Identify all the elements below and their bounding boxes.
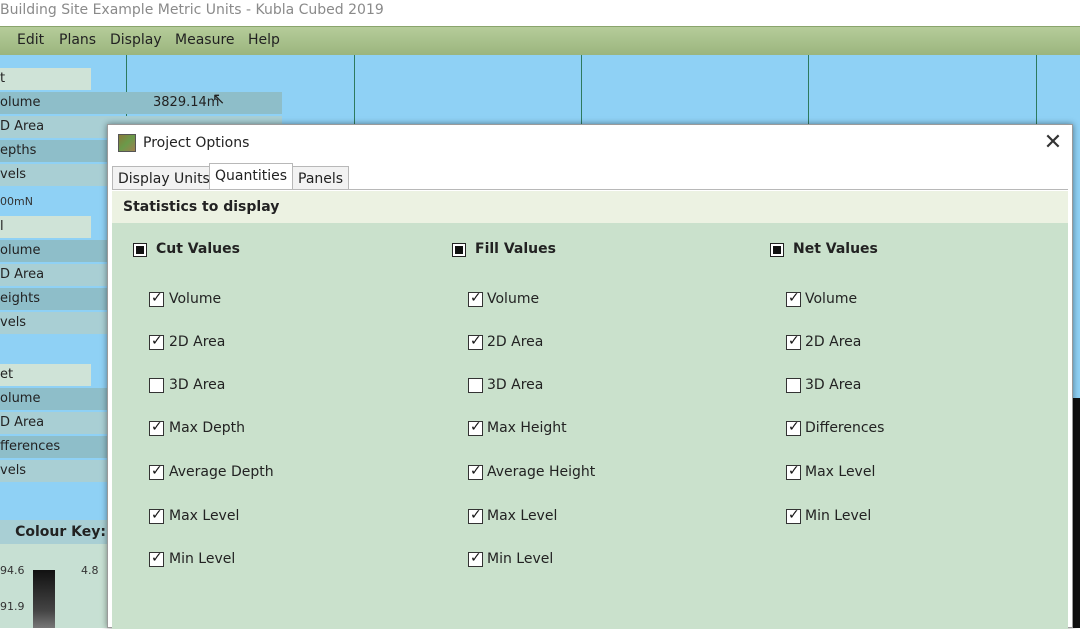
cut-2d-area-checkbox[interactable] bbox=[149, 333, 164, 350]
stats-row: eights bbox=[0, 288, 108, 310]
tab-panels[interactable]: Panels bbox=[292, 166, 350, 190]
fill-volume-checkbox[interactable] bbox=[468, 290, 483, 307]
cut-max-depth-label: Max Depth bbox=[169, 420, 246, 436]
fill-3d-area-checkbox[interactable] bbox=[468, 378, 483, 393]
stats-row: fferences bbox=[0, 436, 108, 458]
grid-label: 00mN bbox=[0, 191, 108, 213]
fill-max-height-checkbox[interactable] bbox=[468, 419, 483, 436]
window-title: Building Site Example Metric Units - Kub… bbox=[0, 2, 384, 18]
cut-min-level-label: Min Level bbox=[169, 551, 236, 567]
project-options-dialog: Project Options ✕ Display Units Quantiti… bbox=[107, 124, 1073, 629]
fill-values-group-checkbox[interactable] bbox=[452, 243, 466, 257]
fill-2d-area-checkbox[interactable] bbox=[468, 333, 483, 350]
net-2d-area-checkbox[interactable] bbox=[786, 333, 801, 350]
close-icon[interactable]: ✕ bbox=[1038, 129, 1068, 157]
net-values-label: Net Values bbox=[793, 241, 878, 257]
cut-volume-checkbox[interactable] bbox=[149, 290, 164, 307]
fill-min-level-label: Min Level bbox=[487, 551, 554, 567]
menu-edit[interactable]: Edit bbox=[17, 32, 44, 48]
cut-average-depth-checkbox[interactable] bbox=[149, 463, 164, 480]
colour-key-label: 4.8 bbox=[81, 564, 99, 577]
fill-3d-area-label: 3D Area bbox=[487, 377, 544, 393]
net-differences-checkbox[interactable] bbox=[786, 419, 801, 436]
cut-values-label: Cut Values bbox=[156, 241, 240, 257]
stats-header-fill: l bbox=[0, 216, 91, 238]
net-volume-checkbox[interactable] bbox=[786, 290, 801, 307]
stats-row: olume bbox=[0, 240, 108, 262]
tab-quantities[interactable]: Quantities bbox=[209, 163, 294, 190]
tab-display-units[interactable]: Display Units bbox=[112, 166, 216, 190]
fill-max-level-label: Max Level bbox=[487, 508, 558, 524]
cut-min-level-checkbox[interactable] bbox=[149, 550, 164, 567]
fill-max-level-checkbox[interactable] bbox=[468, 507, 483, 524]
stats-label: olume bbox=[0, 95, 41, 110]
stats-row: vels bbox=[0, 460, 108, 482]
colour-key-label: 91.9 bbox=[0, 600, 25, 613]
stats-row: vels bbox=[0, 312, 108, 334]
net-values-group-checkbox[interactable] bbox=[770, 243, 784, 257]
menu-help[interactable]: Help bbox=[248, 32, 280, 48]
section-header: Statistics to display bbox=[112, 191, 1068, 223]
mouse-cursor-icon: ↖ bbox=[212, 92, 226, 108]
cut-max-level-label: Max Level bbox=[169, 508, 240, 524]
cut-volume-label: Volume bbox=[169, 291, 222, 307]
menu-measure[interactable]: Measure bbox=[175, 32, 235, 48]
cut-values-group-checkbox[interactable] bbox=[133, 243, 147, 257]
fill-volume-label: Volume bbox=[487, 291, 540, 307]
net-3d-area-checkbox[interactable] bbox=[786, 378, 801, 393]
net-3d-area-label: 3D Area bbox=[805, 377, 862, 393]
stats-volume-value: 3829.14m bbox=[153, 95, 220, 110]
quantities-panel: Statistics to display Cut Values Volume … bbox=[112, 191, 1068, 629]
fill-max-height-label: Max Height bbox=[487, 420, 567, 436]
net-min-level-checkbox[interactable] bbox=[786, 507, 801, 524]
stats-row: D Area bbox=[0, 412, 108, 434]
stats-header-net: et bbox=[0, 364, 91, 386]
fill-values-label: Fill Values bbox=[475, 241, 556, 257]
cut-3d-area-label: 3D Area bbox=[169, 377, 226, 393]
fill-min-level-checkbox[interactable] bbox=[468, 550, 483, 567]
colour-key-label: 94.6 bbox=[0, 564, 25, 577]
net-max-level-checkbox[interactable] bbox=[786, 463, 801, 480]
menu-display[interactable]: Display bbox=[110, 32, 162, 48]
net-differences-label: Differences bbox=[805, 420, 885, 436]
colour-key-title: Colour Key: bbox=[0, 520, 108, 544]
net-min-level-label: Min Level bbox=[805, 508, 872, 524]
stats-row: D Area bbox=[0, 264, 108, 286]
stats-row: vels bbox=[0, 164, 108, 186]
net-volume-label: Volume bbox=[805, 291, 858, 307]
menu-plans[interactable]: Plans bbox=[59, 32, 96, 48]
cut-max-depth-checkbox[interactable] bbox=[149, 419, 164, 436]
colour-key-gradient bbox=[33, 570, 55, 628]
net-2d-area-label: 2D Area bbox=[805, 334, 862, 350]
stats-header-cut: t bbox=[0, 68, 91, 90]
cut-max-level-checkbox[interactable] bbox=[149, 507, 164, 524]
cut-3d-area-checkbox[interactable] bbox=[149, 378, 164, 393]
stats-row: olume 3829.14m ↖ bbox=[0, 92, 282, 114]
fill-average-height-checkbox[interactable] bbox=[468, 463, 483, 480]
window-titlebar: Building Site Example Metric Units - Kub… bbox=[0, 0, 1080, 26]
section-title: Statistics to display bbox=[123, 199, 280, 215]
dialog-title: Project Options bbox=[143, 135, 250, 151]
tab-divider bbox=[112, 189, 1068, 190]
cut-2d-area-label: 2D Area bbox=[169, 334, 226, 350]
fill-average-height-label: Average Height bbox=[487, 464, 596, 480]
cut-average-depth-label: Average Depth bbox=[169, 464, 274, 480]
stats-row: epths bbox=[0, 140, 108, 162]
stats-row: olume bbox=[0, 388, 108, 410]
menu-bar: Edit Plans Display Measure Help bbox=[0, 26, 1080, 56]
fill-2d-area-label: 2D Area bbox=[487, 334, 544, 350]
net-max-level-label: Max Level bbox=[805, 464, 876, 480]
app-icon bbox=[118, 134, 136, 152]
